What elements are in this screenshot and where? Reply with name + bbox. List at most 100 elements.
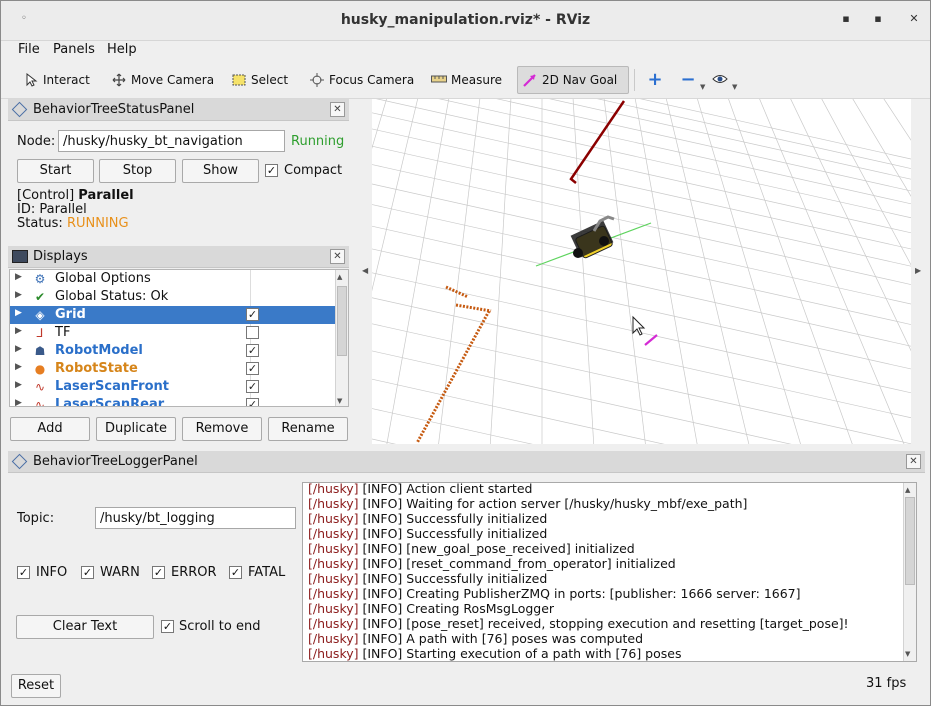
log-line: [/husky] [INFO] Creating PublisherZMQ in… xyxy=(308,586,801,601)
expand-arrow-icon[interactable]: ▶ xyxy=(15,362,22,372)
tool-select-label: Select xyxy=(251,73,289,87)
menu-panels[interactable]: Panels xyxy=(53,42,95,57)
expand-arrow-icon[interactable]: ▶ xyxy=(15,398,22,406)
display-enabled-checkbox[interactable]: ✓ xyxy=(246,344,259,357)
topic-input[interactable] xyxy=(95,507,296,529)
view-button[interactable]: ▼ xyxy=(708,66,741,94)
close-button[interactable]: ✕ xyxy=(907,12,921,26)
log-line: [/husky] [INFO] Waiting for action serve… xyxy=(308,496,747,511)
log-line: [/husky] [INFO] [pose_reset] received, s… xyxy=(308,616,849,631)
tool-measure-label: Measure xyxy=(451,73,502,87)
expand-arrow-icon[interactable]: ▶ xyxy=(15,326,22,336)
log-source-tag: [/husky] xyxy=(308,511,359,526)
filter-info-checkbox[interactable]: ✓ xyxy=(17,566,30,579)
close-icon[interactable]: ✕ xyxy=(330,249,345,264)
display-row-laserscanrear[interactable]: ▶ ∿ LaserScanRear ✓ xyxy=(10,396,336,406)
scroll-thumb[interactable] xyxy=(905,497,915,585)
menu-help[interactable]: Help xyxy=(107,42,137,57)
scroll-to-end-checkbox[interactable]: ✓ xyxy=(161,620,174,633)
axes-icon: ⅃ xyxy=(36,326,44,340)
rviz-window: ◦ husky_manipulation.rviz* - RViz ▪ ▪ ✕ … xyxy=(0,0,931,706)
close-icon[interactable]: ✕ xyxy=(906,454,921,469)
topic-label: Topic: xyxy=(17,511,55,526)
add-display-button[interactable]: Add xyxy=(10,417,90,441)
log-line: [/husky] [INFO] [reset_command_from_oper… xyxy=(308,556,676,571)
tool-move-camera[interactable]: Move Camera xyxy=(107,66,218,94)
add-tool-button[interactable]: + xyxy=(643,66,667,94)
filter-error-checkbox[interactable]: ✓ xyxy=(152,566,165,579)
status-label: Status: xyxy=(17,216,63,231)
expand-arrow-icon[interactable]: ▶ xyxy=(15,380,22,390)
display-enabled-checkbox[interactable]: ✓ xyxy=(246,362,259,375)
duplicate-display-button[interactable]: Duplicate xyxy=(96,417,176,441)
expand-arrow-icon[interactable]: ▶ xyxy=(15,290,22,300)
node-input[interactable] xyxy=(58,130,285,152)
scene-svg[interactable] xyxy=(372,99,911,444)
tool-focus-camera[interactable]: Focus Camera xyxy=(305,66,418,94)
expand-arrow-icon[interactable]: ▶ xyxy=(15,308,22,318)
remove-tool-button[interactable]: − ▼ xyxy=(676,66,709,94)
expand-arrow-icon[interactable]: ▶ xyxy=(15,272,22,282)
scroll-up-icon[interactable]: ▲ xyxy=(337,273,342,281)
minimize-button[interactable]: ▪ xyxy=(839,12,853,26)
scroll-thumb[interactable] xyxy=(337,286,347,356)
target-icon xyxy=(309,73,325,87)
maximize-button[interactable]: ▪ xyxy=(871,12,885,26)
close-icon[interactable]: ✕ xyxy=(330,102,345,117)
scroll-up-icon[interactable]: ▲ xyxy=(905,486,910,494)
show-button[interactable]: Show xyxy=(182,159,259,183)
display-row-robotmodel[interactable]: ▶ ☗ RobotModel ✓ xyxy=(10,342,336,360)
collapse-left-icon[interactable]: ◀ xyxy=(362,266,368,275)
grid-icon: ◈ xyxy=(35,308,45,322)
tool-measure[interactable]: Measure xyxy=(427,66,506,94)
expand-arrow-icon[interactable]: ▶ xyxy=(15,344,22,354)
log-source-tag: [/husky] xyxy=(308,646,359,661)
tool-2d-nav-goal-label: 2D Nav Goal xyxy=(542,73,618,87)
tool-2d-nav-goal[interactable]: 2D Nav Goal xyxy=(517,66,629,94)
stop-button[interactable]: Stop xyxy=(99,159,176,183)
display-enabled-checkbox[interactable] xyxy=(246,326,259,339)
collapse-right-icon[interactable]: ▶ xyxy=(915,266,921,275)
menu-file[interactable]: File xyxy=(18,42,40,57)
display-row-robotstate[interactable]: ▶ ● RobotState ✓ xyxy=(10,360,336,378)
filter-warn-checkbox[interactable]: ✓ xyxy=(81,566,94,579)
checkmark-icon: ✔ xyxy=(34,290,46,304)
log-scrollbar[interactable]: ▲ ▼ xyxy=(903,483,916,661)
clear-text-button[interactable]: Clear Text xyxy=(16,615,154,639)
display-name: TF xyxy=(55,325,71,340)
scroll-down-icon[interactable]: ▼ xyxy=(337,397,342,405)
display-row-tf[interactable]: ▶ ⅃ TF xyxy=(10,324,336,342)
log-source-tag: [/husky] xyxy=(308,601,359,616)
warning-icon: ● xyxy=(34,362,46,376)
log-line: [/husky] [INFO] Action client started xyxy=(308,483,532,496)
filter-fatal-checkbox[interactable]: ✓ xyxy=(229,566,242,579)
log-text-area[interactable]: [/husky] [INFO] Action client started [/h… xyxy=(302,482,917,662)
compact-checkbox[interactable]: ✓ xyxy=(265,164,278,177)
display-row-laserscanfront[interactable]: ▶ ∿ LaserScanFront ✓ xyxy=(10,378,336,396)
tool-interact[interactable]: Interact xyxy=(19,66,94,94)
display-row-grid[interactable]: ▶ ◈ Grid ✓ xyxy=(10,306,336,324)
log-message: [INFO] Successfully initialized xyxy=(358,571,548,586)
display-name: RobotModel xyxy=(55,343,143,358)
start-button[interactable]: Start xyxy=(17,159,94,183)
display-enabled-checkbox[interactable]: ✓ xyxy=(246,398,259,406)
filter-fatal-label: FATAL xyxy=(248,565,286,580)
tool-select[interactable]: Select xyxy=(227,66,292,94)
dropdown-arrow-icon: ▼ xyxy=(732,83,738,91)
toolbar-separator xyxy=(634,69,635,91)
render-viewport[interactable] xyxy=(372,99,911,444)
remove-display-button[interactable]: Remove xyxy=(182,417,262,441)
control-prefix: [Control] xyxy=(17,188,75,203)
displays-scrollbar[interactable]: ▲ ▼ xyxy=(335,270,348,406)
control-name: Parallel xyxy=(78,188,134,203)
display-row-global-options[interactable]: ▶ ⚙ Global Options xyxy=(10,270,336,288)
log-line: [/husky] [INFO] A path with [76] poses w… xyxy=(308,631,643,646)
log-source-tag: [/husky] xyxy=(308,541,359,556)
display-row-global-status-ok[interactable]: ▶ ✔ Global Status: Ok xyxy=(10,288,336,306)
rename-display-button[interactable]: Rename xyxy=(268,417,348,441)
scroll-down-icon[interactable]: ▼ xyxy=(905,650,910,658)
display-enabled-checkbox[interactable]: ✓ xyxy=(246,380,259,393)
displays-tree: ▶ ⚙ Global Options ▶ ✔ Global Status: Ok ▶ ◈ Gri… xyxy=(9,269,349,407)
reset-button[interactable]: Reset xyxy=(11,674,61,698)
display-enabled-checkbox[interactable]: ✓ xyxy=(246,308,259,321)
